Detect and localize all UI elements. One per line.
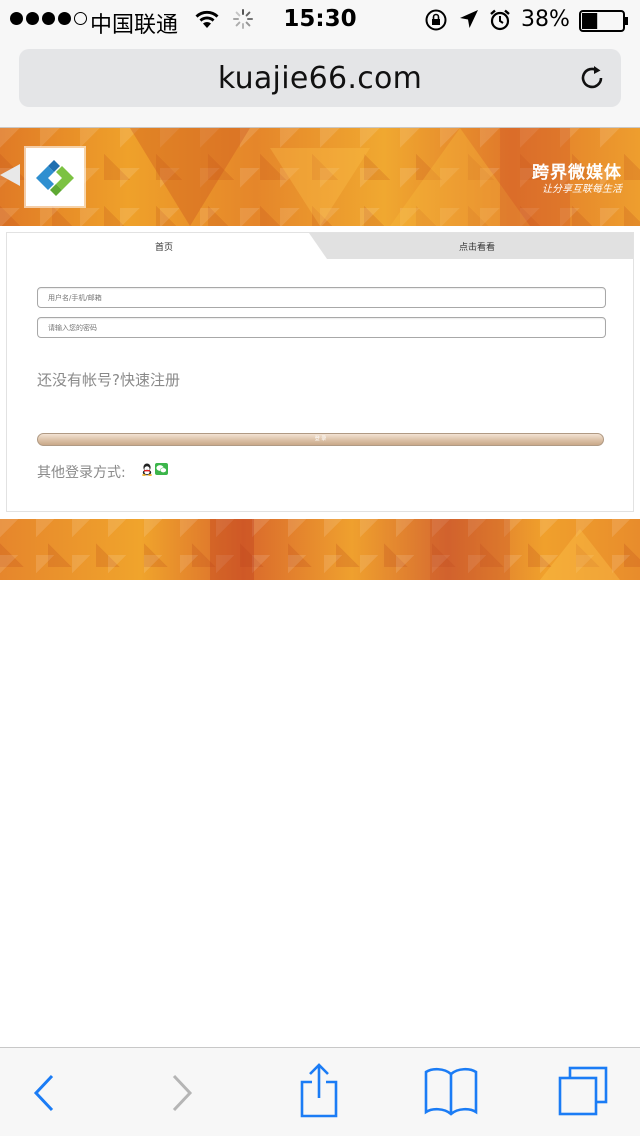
battery-percent: 38% [521, 7, 570, 32]
footer-banner [0, 519, 640, 580]
login-card: 首页 点击看看 还没有帐号?快速注册 登 录 其他登录方式: [6, 232, 634, 512]
wechat-icon[interactable] [155, 463, 168, 475]
register-prompt: 还没有帐号?快速注册 [37, 369, 180, 390]
browser-address-area: kuajie66.com [0, 40, 640, 128]
tabs-icon[interactable] [556, 1066, 610, 1116]
tab-bar: 首页 点击看看 [7, 233, 633, 259]
username-input[interactable] [37, 287, 606, 308]
qq-icon[interactable] [141, 463, 153, 476]
browser-toolbar [0, 1047, 640, 1136]
share-icon[interactable] [298, 1062, 340, 1118]
tab-click-to-see-label: 点击看看 [459, 243, 496, 253]
brand-slogan: 让分享互联每生活 [542, 184, 622, 195]
rotation-lock-icon [425, 9, 447, 31]
url-text[interactable]: kuajie66.com [19, 61, 621, 96]
site-logo[interactable] [26, 148, 84, 206]
bookmarks-icon[interactable] [424, 1066, 478, 1116]
logo-chain-icon [36, 160, 74, 196]
battery-icon [579, 10, 628, 32]
back-icon[interactable] [30, 1068, 58, 1118]
page: 中国联通 15:30 38% kuajie66.com 跨界微媒体 让分享互联每… [0, 0, 640, 1136]
tab-home-label: 首页 [155, 243, 174, 253]
tab-click-to-see[interactable]: 点击看看 [319, 233, 633, 259]
forward-icon[interactable] [168, 1068, 196, 1118]
location-arrow-icon [460, 10, 478, 28]
other-login-label: 其他登录方式: [37, 465, 126, 481]
no-account-text: 还没有帐号? [37, 371, 120, 389]
password-input[interactable] [37, 317, 606, 338]
address-bar[interactable]: kuajie66.com [19, 49, 621, 107]
register-link[interactable]: 快速注册 [120, 371, 180, 389]
login-button[interactable]: 登 录 [37, 433, 604, 446]
status-bar: 中国联通 15:30 38% [0, 0, 640, 40]
tab-home[interactable]: 首页 [7, 233, 312, 259]
alarm-clock-icon [490, 9, 510, 31]
header-banner: 跨界微媒体 让分享互联每生活 [0, 128, 640, 226]
reload-icon[interactable] [577, 63, 607, 93]
